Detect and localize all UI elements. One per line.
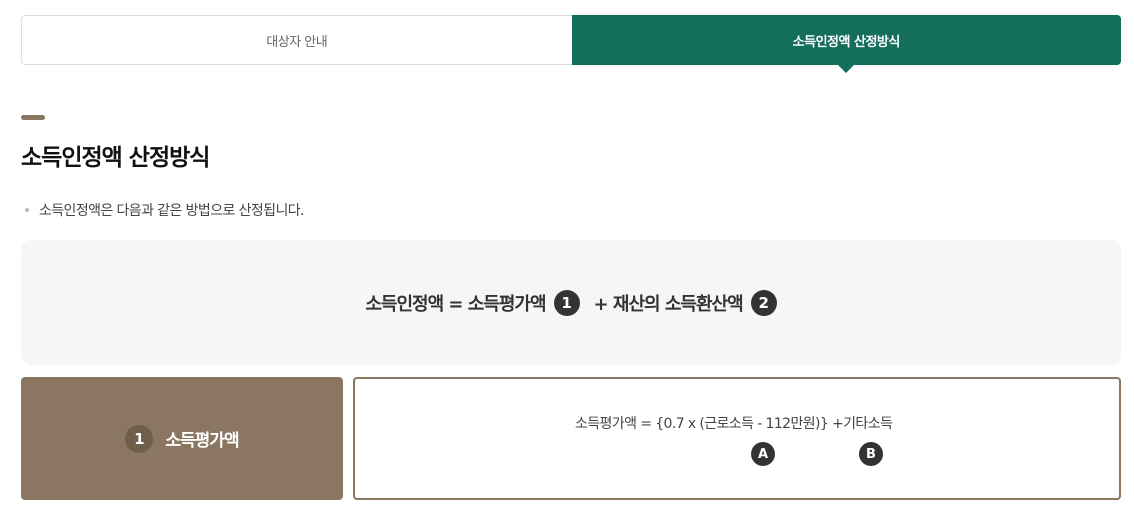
page-title: 소득인정액 산정방식	[21, 145, 210, 171]
title-decoration	[21, 115, 57, 120]
number-badge-1: 1	[125, 424, 154, 453]
number-badge-1: 1	[553, 289, 580, 316]
badge-b: B	[859, 442, 883, 466]
tab-target-guide[interactable]: 대상자 안내	[21, 15, 572, 65]
main-formula: 소득인정액 = 소득평가액 1 + 재산의 소득환산액 2	[365, 289, 777, 316]
formula-part-2: + 재산의 소득환산액	[593, 293, 744, 315]
income-evaluation-formula: 소득평가액 = {0.7 x (근로소득 - 112만원)} +기타소득	[575, 416, 893, 432]
income-evaluation-formula-card: 소득평가액 = {0.7 x (근로소득 - 112만원)} +기타소득 A B	[353, 377, 1121, 500]
formula-part-1: 소득인정액 = 소득평가액	[365, 293, 546, 315]
description-text: 소득인정액은 다음과 같은 방법으로 산정됩니다.	[39, 203, 304, 219]
tab-label: 대상자 안내	[266, 34, 328, 50]
card-label: 소득평가액	[165, 431, 239, 451]
tab-label: 소득인정액 산정방식	[792, 34, 901, 50]
formula-box: 소득인정액 = 소득평가액 1 + 재산의 소득환산액 2	[21, 240, 1121, 365]
badge-a: A	[751, 442, 775, 466]
tab-bar: 대상자 안내 소득인정액 산정방식	[21, 15, 1121, 65]
number-badge-2: 2	[750, 289, 777, 316]
income-evaluation-card: 1 소득평가액	[21, 377, 343, 500]
bullet-dot-icon	[25, 208, 29, 212]
tab-income-calculation[interactable]: 소득인정액 산정방식	[571, 15, 1121, 65]
description-bullet: 소득인정액은 다음과 같은 방법으로 산정됩니다.	[25, 200, 304, 220]
